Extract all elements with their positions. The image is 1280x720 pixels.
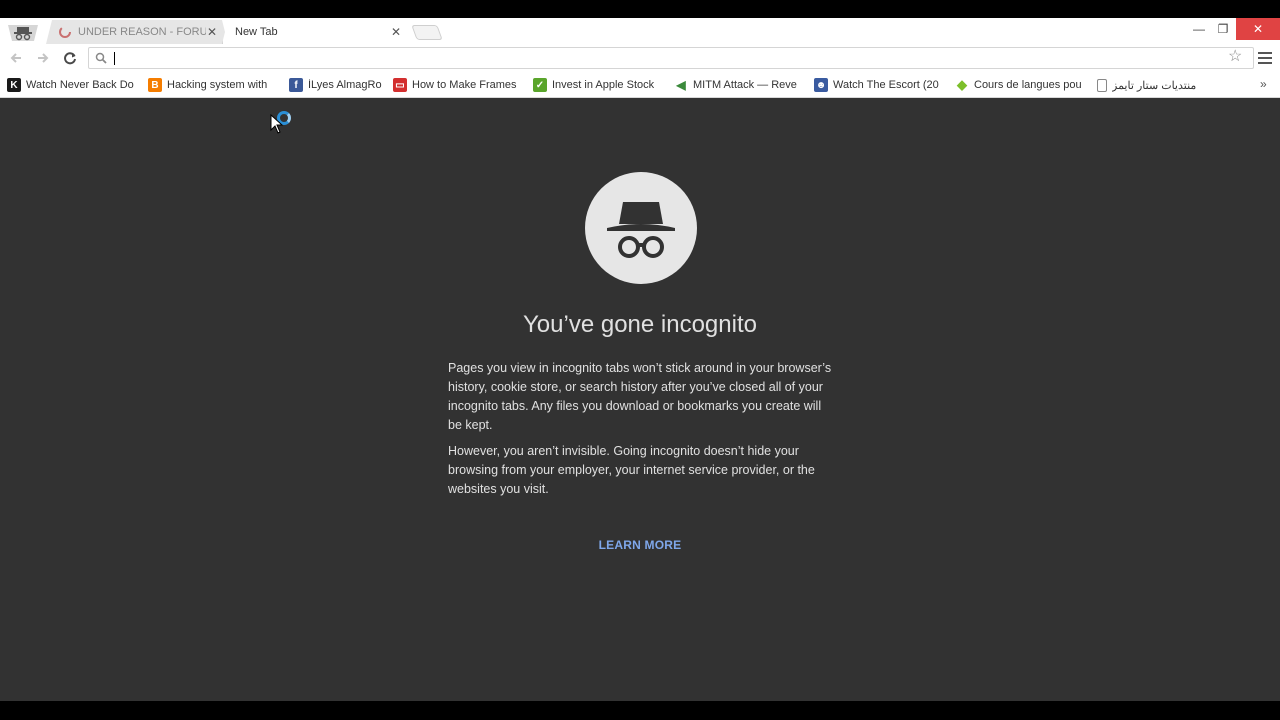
reload-icon[interactable] bbox=[61, 49, 79, 67]
back-arrow-icon[interactable] bbox=[7, 49, 25, 67]
close-window-icon[interactable]: ✕ bbox=[1236, 18, 1280, 40]
bookmark-item[interactable]: K Watch Never Back Do bbox=[7, 77, 135, 93]
bookmark-item[interactable]: ✓ Invest in Apple Stock bbox=[533, 77, 659, 93]
bookmark-label: منتديات ستار تايمز bbox=[1112, 79, 1197, 92]
bookmark-label: Hacking system with bbox=[167, 79, 268, 91]
tab-under-reason[interactable]: UNDER REASON - FORUM ✕ bbox=[46, 20, 228, 44]
bookmark-label: İLyes AlmagRo bbox=[308, 79, 382, 91]
tab-close-icon[interactable]: ✕ bbox=[206, 25, 218, 39]
tab-title: New Tab bbox=[235, 26, 278, 38]
toolbar: ☆ bbox=[0, 44, 1280, 72]
tab-loading-icon bbox=[58, 25, 72, 39]
bookmarks-overflow-icon[interactable]: » bbox=[1260, 77, 1267, 91]
browser-window: UNDER REASON - FORUM ✕ New Tab ✕ — ❐ ✕ ☆… bbox=[0, 0, 1280, 720]
k-icon: K bbox=[7, 78, 21, 92]
text-caret bbox=[114, 52, 115, 65]
omnibox-input[interactable] bbox=[113, 50, 1213, 66]
bookmark-label: Watch The Escort (20 bbox=[833, 79, 939, 91]
bookmark-label: MITM Attack — Reve bbox=[693, 79, 797, 91]
bookmark-item[interactable]: منتديات ستار تايمز bbox=[1097, 77, 1207, 93]
arrow-icon: ◀ bbox=[676, 78, 686, 92]
tab-title: UNDER REASON - FORUM bbox=[78, 26, 206, 38]
bookmark-item[interactable]: B Hacking system with bbox=[148, 77, 276, 93]
blogger-icon: B bbox=[148, 78, 162, 92]
people-icon: ☻ bbox=[814, 78, 828, 92]
tab-new-tab[interactable]: New Tab ✕ bbox=[222, 20, 412, 44]
search-icon bbox=[95, 52, 107, 64]
diamond-icon: ◆ bbox=[957, 77, 967, 92]
new-tab-button[interactable] bbox=[411, 25, 443, 40]
mouse-cursor-icon bbox=[270, 114, 284, 134]
bookmark-star-icon[interactable]: ☆ bbox=[1228, 48, 1246, 66]
page-icon bbox=[1097, 78, 1107, 92]
menu-icon[interactable] bbox=[1258, 52, 1272, 64]
bookmark-item[interactable]: ◀ MITM Attack — Reve bbox=[674, 77, 802, 93]
bookmark-label: How to Make Frames bbox=[412, 79, 517, 91]
restore-icon[interactable]: ❐ bbox=[1209, 18, 1237, 40]
red-site-icon: ▭ bbox=[393, 78, 407, 92]
bookmark-item[interactable]: ◆ Cours de langues pou bbox=[955, 77, 1085, 93]
letterbox-bottom bbox=[0, 701, 1280, 720]
info-paragraph-1: Pages you view in incognito tabs won’t s… bbox=[448, 361, 832, 432]
bookmark-item[interactable]: ▭ How to Make Frames bbox=[393, 77, 519, 93]
facebook-icon: f bbox=[289, 78, 303, 92]
tab-close-icon[interactable]: ✕ bbox=[390, 25, 402, 39]
forward-arrow-icon[interactable] bbox=[34, 49, 52, 67]
info-paragraph-2: However, you aren’t invisible. Going inc… bbox=[448, 444, 815, 496]
bookmark-label: Cours de langues pou bbox=[974, 79, 1082, 91]
tab-strip: UNDER REASON - FORUM ✕ New Tab ✕ bbox=[0, 18, 1280, 44]
green-site-icon: ✓ bbox=[533, 78, 547, 92]
incognito-page: You’ve gone incognito Pages you view in … bbox=[0, 98, 1280, 701]
incognito-badge-icon bbox=[8, 25, 38, 41]
bookmarks-bar: K Watch Never Back Do B Hacking system w… bbox=[0, 72, 1280, 98]
bookmark-item[interactable]: f İLyes AlmagRo bbox=[289, 77, 384, 93]
omnibox[interactable] bbox=[88, 47, 1254, 69]
letterbox-top bbox=[0, 0, 1280, 18]
page-title: You’ve gone incognito bbox=[523, 311, 757, 338]
bookmark-label: Watch Never Back Do bbox=[26, 79, 134, 91]
learn-more-link[interactable]: LEARN MORE bbox=[540, 538, 740, 552]
incognito-spy-icon bbox=[585, 172, 697, 284]
bookmark-item[interactable]: ☻ Watch The Escort (20 bbox=[814, 77, 942, 93]
bookmark-label: Invest in Apple Stock bbox=[552, 79, 655, 91]
